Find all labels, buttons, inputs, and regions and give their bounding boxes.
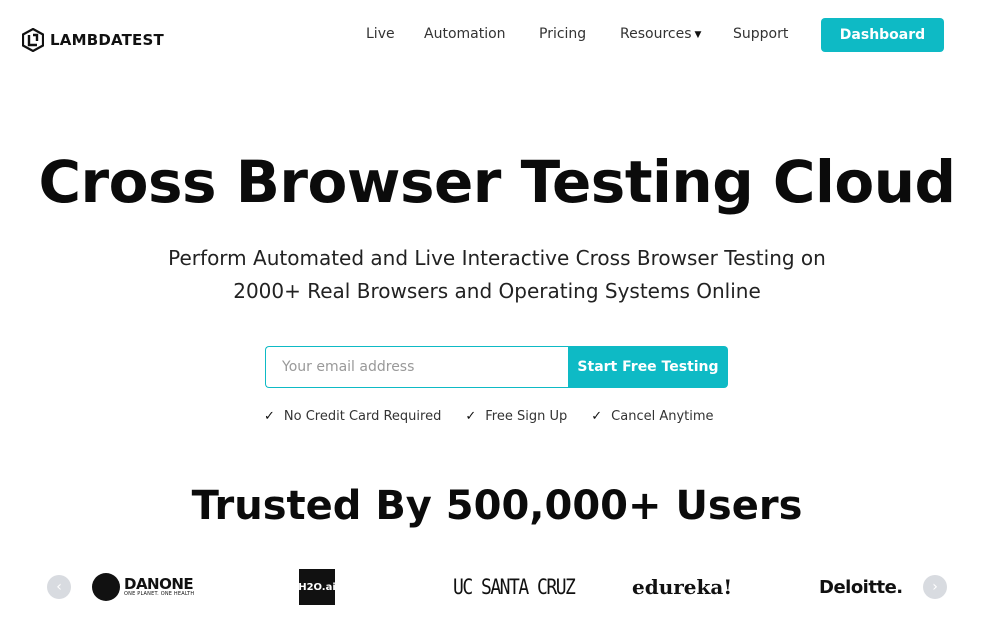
lambdatest-logo[interactable]: LAMBDATEST [22, 28, 164, 52]
h2o-ai-logo: H2O.ai [298, 569, 336, 605]
carousel-next-button[interactable]: › [923, 575, 947, 599]
feature-label: Cancel Anytime [611, 409, 714, 424]
danone-name: DANONE [124, 575, 194, 593]
nav-resources[interactable]: Resources ▼ [620, 26, 701, 42]
hero-subtitle-line2: 2000+ Real Browsers and Operating System… [233, 279, 761, 303]
site-header: LAMBDATEST Live Automation Pricing Resou… [0, 0, 1004, 70]
checkmark-icon: ✓ [264, 409, 275, 424]
checkmark-icon: ✓ [591, 409, 603, 424]
feature-cancel-anytime: ✓ Cancel Anytime [591, 409, 713, 424]
nav-resources-label: Resources [620, 26, 692, 42]
feature-no-credit-card: ✓ No Credit Card Required [264, 409, 441, 424]
dashboard-button[interactable]: Dashboard [821, 18, 944, 52]
nav-live[interactable]: Live [366, 26, 395, 42]
hero-subtitle-line1: Perform Automated and Live Interactive C… [168, 246, 826, 270]
hero-title: Cross Browser Testing Cloud [38, 148, 956, 216]
danone-emblem-icon [92, 573, 120, 601]
danone-logo: DANONE ONE PLANET. ONE HEALTH [92, 569, 194, 605]
deloitte-logo: Deloitte. [819, 576, 903, 598]
uc-santa-cruz-logo: UC SANTA CRUZ [453, 574, 576, 600]
chevron-left-icon: ‹ [56, 579, 62, 595]
edureka-logo: edureka! [632, 575, 733, 599]
lambdatest-logo-icon [22, 28, 44, 52]
nav-automation[interactable]: Automation [424, 26, 506, 42]
chevron-right-icon: › [932, 579, 938, 595]
carousel-prev-button[interactable]: ‹ [47, 575, 71, 599]
hero-subtitle: Perform Automated and Live Interactive C… [0, 242, 994, 308]
nav-pricing[interactable]: Pricing [539, 26, 586, 42]
checkmark-icon: ✓ [465, 409, 477, 424]
feature-free-sign-up: ✓ Free Sign Up [465, 409, 567, 424]
signup-form: Start Free Testing [265, 346, 728, 388]
danone-tagline: ONE PLANET. ONE HEALTH [124, 591, 195, 597]
start-free-testing-button[interactable]: Start Free Testing [568, 346, 728, 388]
nav-support[interactable]: Support [733, 26, 788, 42]
logo-text: LAMBDATEST [50, 31, 164, 49]
email-input[interactable] [265, 346, 568, 388]
feature-label: No Credit Card Required [283, 409, 442, 424]
chevron-down-icon: ▼ [694, 30, 702, 40]
feature-label: Free Sign Up [485, 409, 568, 424]
trusted-heading: Trusted By 500,000+ Users [191, 483, 803, 529]
signup-features: ✓ No Credit Card Required ✓ Free Sign Up… [264, 409, 714, 424]
